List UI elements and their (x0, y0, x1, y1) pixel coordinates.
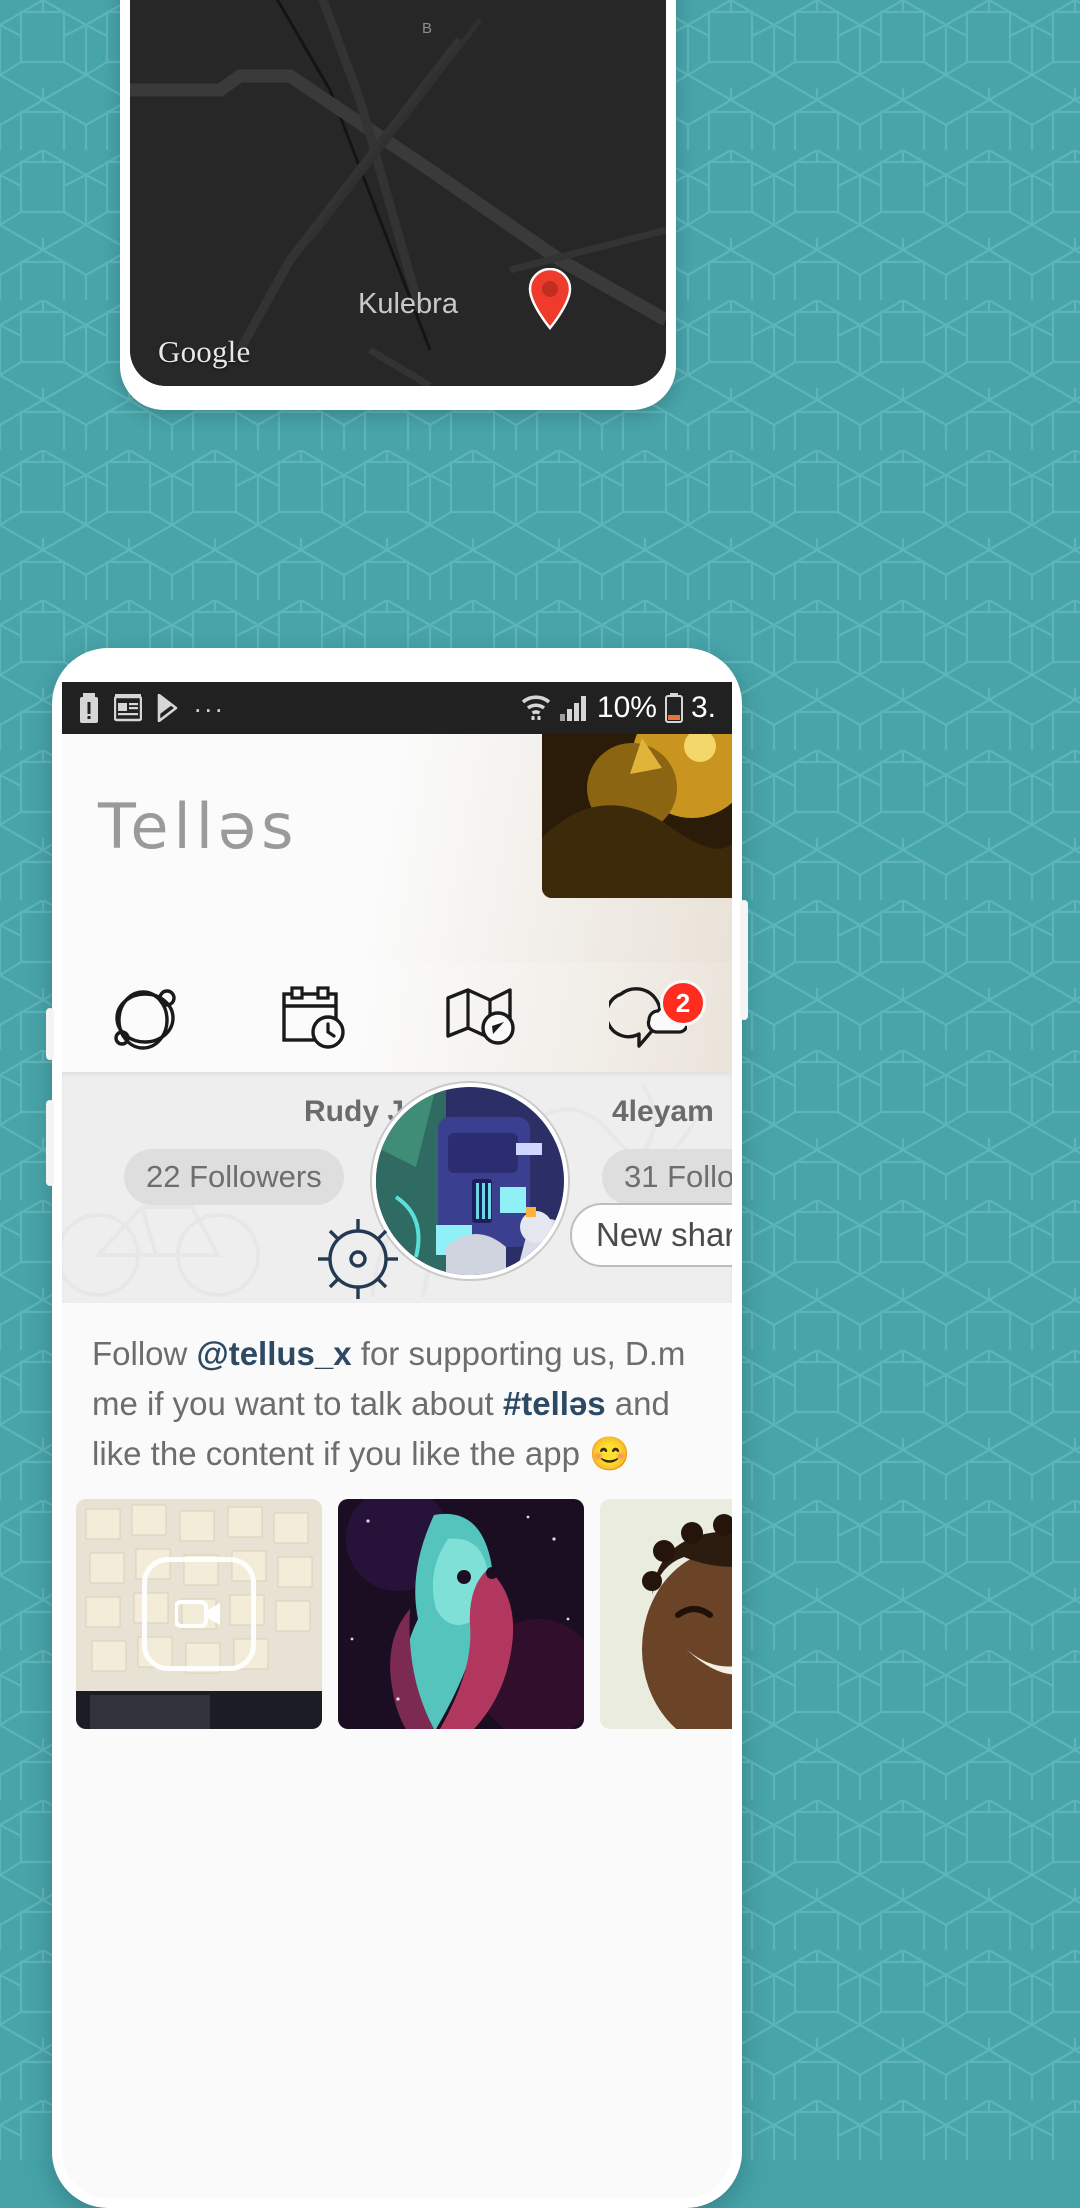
map-viewport[interactable]: c B Sec Kulebra mais tu sais que tout es… (130, 0, 666, 386)
thumbnail-row[interactable] (62, 1499, 732, 1729)
phone-power-button[interactable] (740, 900, 748, 1020)
new-sharing-button[interactable]: New sharing (570, 1203, 732, 1267)
nav-item-calendar[interactable] (230, 980, 398, 1054)
digital-art-portrait-photo (338, 1499, 584, 1729)
wifi-icon (521, 695, 551, 720)
status-overflow-dots: ... (194, 688, 226, 718)
thumbnail-sticky-notes[interactable] (76, 1499, 322, 1729)
right-follower-chip[interactable]: 31 Followers (602, 1149, 732, 1205)
play-store-icon (157, 694, 178, 722)
smiling-person-photo (600, 1499, 732, 1729)
header-hero-image (542, 734, 732, 898)
news-icon (114, 694, 142, 722)
thumbnail-digital-art[interactable] (338, 1499, 584, 1729)
nav-item-chat[interactable]: 2 (565, 980, 733, 1052)
thumbnail-person[interactable] (600, 1499, 732, 1729)
header-hero-artwork (542, 734, 732, 898)
map-place-label: Kulebra (358, 288, 458, 320)
explore-icon (114, 989, 176, 1050)
map-pin[interactable]: mais tu sais que tout est faux Dans le o… (528, 267, 572, 330)
post-mention[interactable]: @tellus_x (197, 1335, 352, 1372)
chat-unread-badge: 2 (660, 980, 706, 1026)
battery-percent-label: 10% (596, 691, 657, 724)
right-profile-name: 4leyam (612, 1095, 714, 1128)
map-card[interactable]: c B Sec Kulebra mais tu sais que tout es… (120, 0, 676, 410)
status-clock: 3. (690, 691, 716, 724)
video-record-button[interactable] (142, 1557, 256, 1671)
location-pin-icon (528, 267, 572, 330)
post-hashtag[interactable]: #tellәs (503, 1385, 606, 1422)
compass-icon[interactable] (312, 1213, 404, 1303)
cell-signal-icon (559, 696, 586, 721)
left-follower-chip[interactable]: 22 Followers (124, 1149, 344, 1205)
map-roads (130, 0, 666, 386)
status-bar: ... 10% 3. (62, 682, 732, 734)
map-label-partial-mid: B (422, 20, 433, 37)
video-camera-icon (175, 1600, 220, 1628)
profile-strip: Rudy J 4leyam 22 Followers 31 Followers (62, 1073, 732, 1303)
post-text-part: Follow (92, 1335, 197, 1372)
main-nav-row[interactable]: 2 (62, 962, 732, 1073)
phone-volume-up-button[interactable] (46, 1008, 54, 1060)
nav-item-explore[interactable] (62, 980, 230, 1054)
calendar-clock-icon (282, 986, 345, 1049)
google-watermark: Google (158, 334, 251, 369)
phone-screen: ... 10% 3. Tellәs 2 Rudy J 4leyam 22 Fol… (62, 682, 732, 2198)
avatar-artwork (376, 1087, 564, 1275)
phone-mockup: ... 10% 3. Tellәs 2 Rudy J 4leyam 22 Fol… (46, 648, 748, 2208)
phone-volume-down-button[interactable] (46, 1100, 54, 1186)
post-text: Follow @tellus_x for supporting us, D.m … (62, 1303, 732, 1493)
map-compass-icon (446, 988, 515, 1045)
app-brand-title: Tellәs (98, 790, 299, 863)
app-header: Tellәs (62, 734, 732, 962)
battery-alert-icon (80, 693, 98, 723)
nav-item-map[interactable] (397, 980, 565, 1054)
battery-icon (664, 693, 683, 723)
